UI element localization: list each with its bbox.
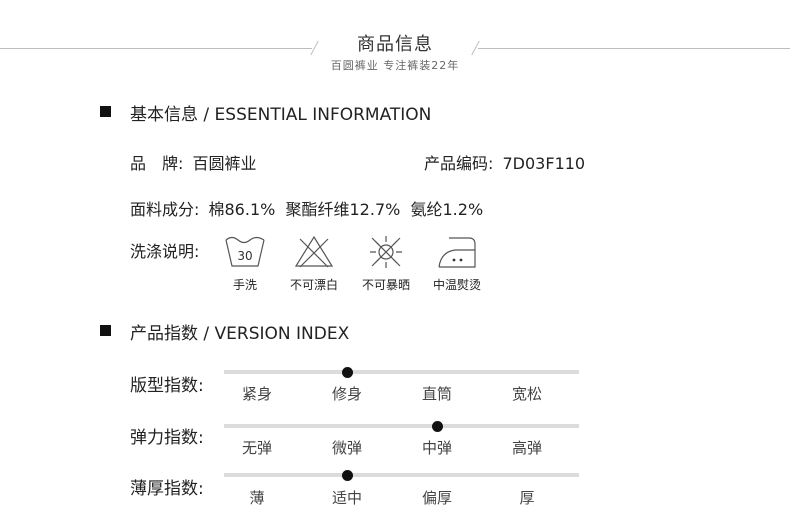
stretch-option-1: 微弹 [331,439,362,457]
stretch-index-marker [431,421,443,432]
fit-option-0: 紧身 [241,385,272,403]
care-item-iron: 中温熨烫 [427,234,487,293]
thickness-index-label: 薄厚指数: [130,479,204,499]
no-sun-dry-icon [370,236,402,268]
stretch-option-2: 中弹 [421,439,452,457]
stretch-option-0: 无弹 [241,439,272,457]
stretch-option-3: 高弹 [511,439,542,457]
material-row: 面料成分: 棉86.1% 聚酯纤维12.7% 氨纶1.2% [130,196,483,220]
fit-index-bar [224,370,579,374]
code-value: 7D03F110 [502,154,586,173]
hand-wash-temp: 30 [237,249,252,263]
fit-option-3: 宽松 [511,385,542,403]
care-label-no-sun: 不可暴晒 [361,278,410,292]
brand-label: 品 牌: [130,154,184,173]
material-label: 面料成分: [130,200,200,219]
brand-value: 百圆裤业 [192,154,257,173]
stretch-index-label: 弹力指数: [130,428,204,448]
code-label: 产品编码: [424,154,494,173]
material-value: 棉86.1% 聚酯纤维12.7% 氨纶1.2% [208,200,484,219]
thickness-index-bar [224,473,579,477]
care-label-iron: 中温熨烫 [432,278,481,292]
hand-wash-30-icon: 30 [225,236,265,267]
care-label-hand-wash: 手洗 [232,278,257,292]
thickness-option-0: 薄 [249,489,265,507]
care-item-hand-wash: 30 手洗 [215,234,275,293]
fit-option-1: 修身 [331,385,362,403]
fit-index-marker [341,367,353,378]
thickness-option-3: 厚 [519,489,535,507]
fit-index-label: 版型指数: [130,376,204,396]
care-label-no-bleach: 不可漂白 [289,278,338,292]
page-title: 商品信息 [357,34,433,55]
section-title-basic: 基本信息 / ESSENTIAL INFORMATION [130,105,432,125]
iron-medium-icon [438,237,476,268]
fit-option-2: 直筒 [421,385,452,403]
care-item-no-sun: 不可暴晒 [356,234,416,293]
thickness-option-1: 适中 [331,489,362,507]
section-bullet-version [100,325,111,336]
thickness-option-2: 偏厚 [421,489,452,507]
thickness-index-marker [341,470,353,481]
brand-row: 品 牌: 百圆裤业 [130,150,257,174]
stretch-index-bar [224,424,579,428]
wash-label: 洗涤说明: [130,242,200,261]
section-title-version: 产品指数 / VERSION INDEX [130,324,350,344]
care-item-no-bleach: 不可漂白 [284,234,344,293]
section-bullet-basic [100,106,111,117]
no-bleach-icon [294,235,334,268]
code-row: 产品编码: 7D03F110 [424,150,585,174]
page-subtitle: 百圆裤业 专注裤装22年 [330,59,460,72]
